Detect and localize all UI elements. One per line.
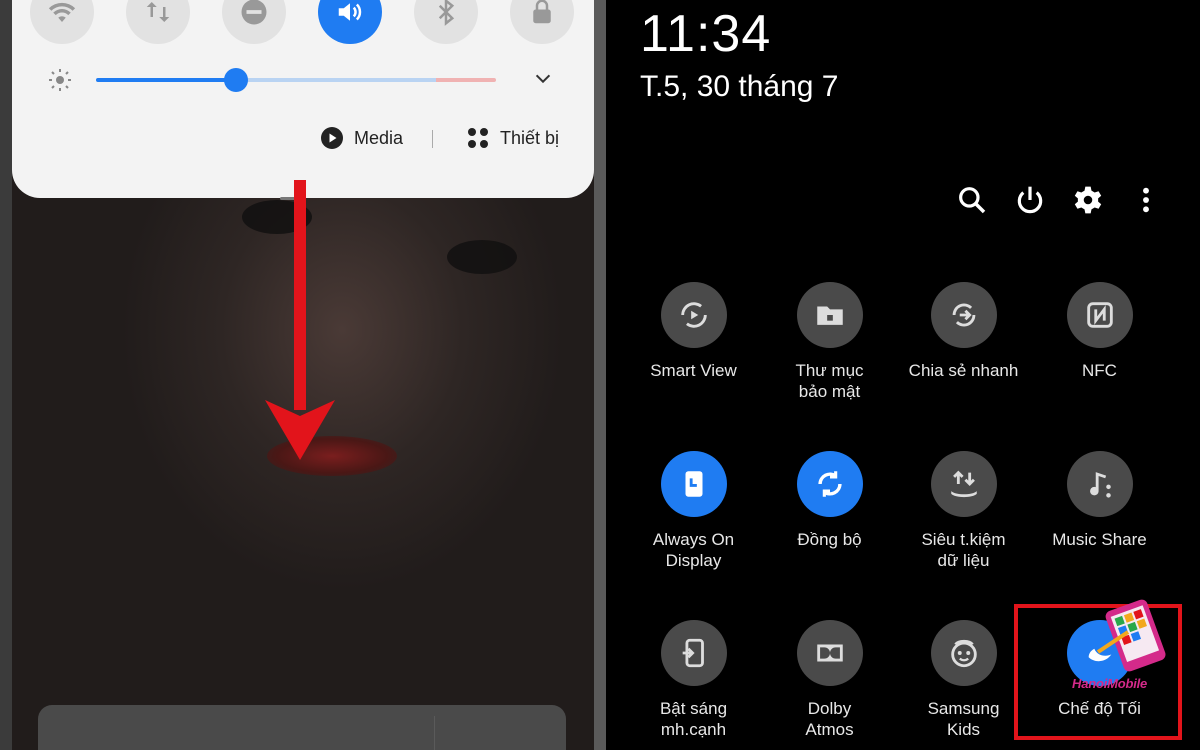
tile-circle [930, 282, 997, 348]
tile-label: NFC [1082, 361, 1117, 380]
tile-label: Đồng bộ [797, 530, 862, 549]
devices-button[interactable]: Thiết bị [466, 126, 559, 150]
tile-label: Dolby Atmos [805, 699, 854, 739]
power-icon[interactable] [1014, 184, 1046, 216]
edge-lighting-icon [682, 638, 704, 668]
tile-nfc[interactable]: NFC [1032, 282, 1167, 381]
music-share-icon [1089, 472, 1111, 498]
gear-icon[interactable] [1072, 184, 1104, 216]
tile-circle [1066, 282, 1133, 348]
brightness-slider[interactable] [96, 78, 496, 82]
tile-data-saver[interactable]: Siêu t.kiệm dữ liệu [896, 451, 1031, 571]
brightness-thumb[interactable] [224, 68, 248, 92]
tile-label: Samsung Kids [927, 699, 1000, 739]
sound-icon [338, 3, 362, 21]
data-saver-icon [950, 470, 977, 498]
wifi-toggle[interactable] [30, 0, 94, 44]
tile-label: Always On Display [652, 530, 735, 570]
bluetooth-icon [438, 0, 455, 26]
notification-card-separator [434, 716, 435, 750]
nfc-icon [1086, 302, 1113, 328]
brightness-sun-icon [49, 69, 71, 91]
tile-circle [930, 620, 997, 686]
tile-samsung-kids[interactable]: Samsung Kids [896, 620, 1031, 740]
tile-circle [660, 282, 727, 348]
tile-circle [660, 451, 727, 517]
sound-toggle[interactable] [318, 0, 382, 44]
secure-folder-icon [816, 306, 843, 325]
tile-label: Music Share [1052, 530, 1147, 549]
kids-icon [950, 639, 977, 668]
more-options-icon[interactable] [1130, 184, 1162, 216]
tile-circle [1066, 451, 1133, 517]
tile-edge-lighting[interactable]: Bật sáng mh.cạnh [626, 620, 761, 740]
tile-label: Siêu t.kiệm dữ liệu [921, 530, 1006, 570]
clock-date: T.5, 30 tháng 7 [640, 70, 839, 103]
watermark-text: HanoiMobile [1072, 676, 1148, 691]
tile-circle [660, 620, 727, 686]
chevron-down-icon[interactable] [532, 68, 554, 90]
tile-circle [930, 451, 997, 517]
bluetooth-toggle[interactable] [414, 0, 478, 44]
tile-sync[interactable]: Đồng bộ [762, 451, 897, 550]
search-icon[interactable] [956, 184, 988, 216]
quick-settings-separator [432, 130, 433, 148]
media-label: Media [354, 127, 404, 148]
tile-always-on-display[interactable]: Always On Display [626, 451, 761, 571]
tile-label: Bật sáng mh.cạnh [659, 699, 728, 739]
sync-icon [817, 471, 842, 497]
quick-settings-panel: Media Thiết bị [12, 0, 594, 198]
dolby-icon [816, 644, 843, 662]
tile-dolby-atmos[interactable]: Dolby Atmos [762, 620, 897, 740]
tile-label: Thư mục bảo mật [795, 361, 864, 401]
tile-secure-folder[interactable]: Thư mục bảo mật [762, 282, 897, 402]
tile-circle [796, 620, 863, 686]
do-not-disturb-icon [241, 0, 267, 25]
mobile-data-toggle[interactable] [126, 0, 190, 44]
right-screen: 11:34 T.5, 30 tháng 7 Smart View Thư mục… [606, 0, 1200, 750]
notification-card[interactable] [38, 705, 566, 750]
left-screen: Media Thiết bị [0, 0, 605, 750]
screen-divider [594, 0, 606, 750]
swipe-down-arrow [265, 180, 335, 460]
lock-icon [533, 0, 551, 24]
quick-share-icon [952, 303, 975, 327]
clock-time: 11:34 [640, 5, 772, 63]
tile-label: Smart View [650, 361, 737, 380]
devices-grid-icon [468, 128, 488, 148]
always-on-display-icon [685, 471, 702, 497]
play-icon [321, 127, 343, 149]
rotation-lock-toggle[interactable] [510, 0, 574, 44]
data-transfer-icon [146, 2, 170, 22]
tile-label: Chia sẻ nhanh [908, 361, 1019, 380]
devices-label: Thiết bị [500, 127, 560, 148]
tile-quick-share[interactable]: Chia sẻ nhanh [896, 282, 1031, 381]
wallpaper-eye-right [447, 240, 517, 274]
tile-circle [796, 451, 863, 517]
tile-music-share[interactable]: Music Share [1032, 451, 1167, 550]
do-not-disturb-toggle[interactable] [222, 0, 286, 44]
smart-view-icon [680, 302, 707, 328]
wifi-icon [48, 2, 76, 22]
tile-circle [796, 282, 863, 348]
tile-smart-view[interactable]: Smart View [626, 282, 761, 381]
media-button[interactable]: Media [320, 126, 403, 150]
